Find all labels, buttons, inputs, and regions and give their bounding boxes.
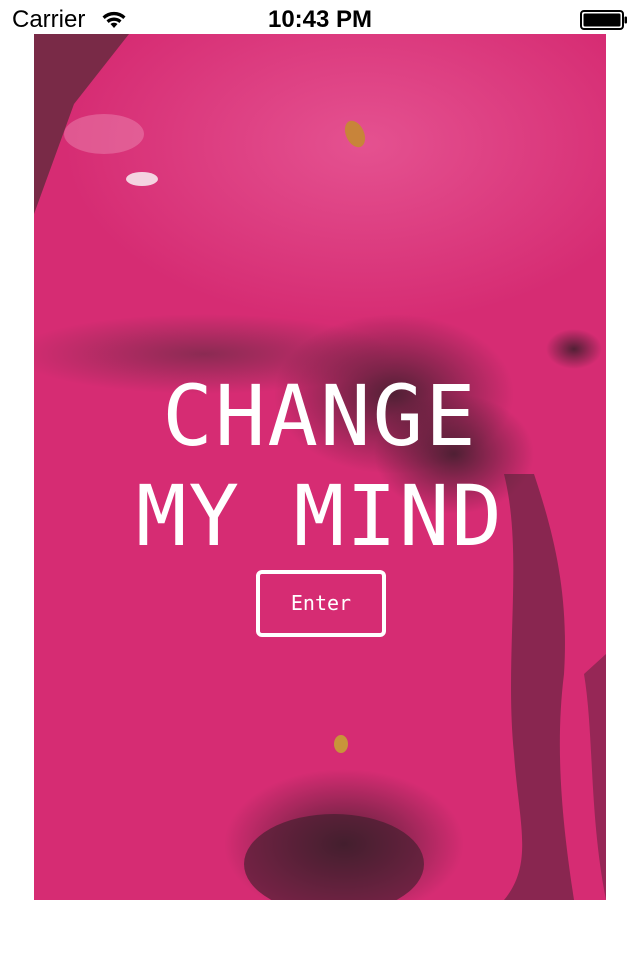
app-screen: Carrier 10:43 PM CHANGE MY MIND Enter (0, 0, 640, 960)
title-line-2: MY MIND (135, 467, 504, 565)
title-line-1: CHANGE (162, 367, 478, 465)
hero-image: CHANGE MY MIND Enter (34, 34, 606, 900)
battery-icon (580, 10, 627, 30)
clock: 10:43 PM (267, 6, 373, 33)
enter-button[interactable]: Enter (256, 570, 386, 637)
app-title: CHANGE MY MIND (34, 366, 606, 566)
